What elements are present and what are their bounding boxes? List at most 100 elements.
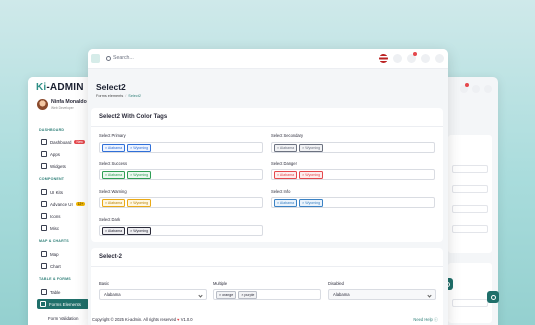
- cart-icon[interactable]: [407, 52, 417, 63]
- forms-icon: [40, 301, 46, 307]
- breadcrumb: Forms elements / Select2: [96, 94, 141, 98]
- back-input: [452, 205, 488, 213]
- select-success[interactable]: × Alabama × Wyoming: [99, 169, 263, 180]
- tag[interactable]: × purple: [238, 290, 258, 299]
- select-primary[interactable]: × Alabama × Wyoming: [99, 142, 263, 153]
- sidebar-item-forms-elements[interactable]: Forms Elements: [37, 299, 89, 309]
- avatar: [37, 99, 48, 110]
- multiple-select[interactable]: × orange × purple: [213, 289, 321, 300]
- select-info[interactable]: × Alabama × Wyoming: [271, 197, 435, 208]
- tag[interactable]: × Alabama: [274, 170, 298, 179]
- settings-icon[interactable]: [472, 85, 480, 93]
- widgets-icon: [41, 163, 47, 169]
- map-icon: [41, 251, 47, 257]
- tag[interactable]: × Wyoming: [127, 143, 152, 152]
- copyright-text: Copyright © 2025 Ki-admin. All rights re…: [92, 317, 177, 322]
- tag[interactable]: × Wyoming: [299, 198, 324, 207]
- select-secondary[interactable]: × Alabama × Wyoming: [271, 142, 435, 153]
- breadcrumb-parent[interactable]: Forms elements: [96, 94, 123, 98]
- section-dashboard: DASHBOARD: [39, 128, 65, 132]
- select-secondary-label: Select Secondary: [271, 133, 304, 138]
- apps-icon[interactable]: [393, 54, 402, 63]
- phone-icon[interactable]: [484, 85, 492, 93]
- misc-icon: [41, 225, 47, 231]
- sidebar: Ki-ADMIN Ninfa Monaldo Web Developer DAS…: [28, 77, 90, 325]
- tag[interactable]: × Wyoming: [127, 198, 152, 207]
- tag[interactable]: × Wyoming: [127, 170, 152, 179]
- basic-select[interactable]: Alabama: [99, 289, 207, 300]
- search-icon: [106, 55, 111, 61]
- tag[interactable]: × Alabama: [274, 198, 298, 207]
- sidebar-item-dashboard[interactable]: Dashboard New: [41, 139, 85, 145]
- sidebar-item-misc[interactable]: Misc: [41, 225, 59, 231]
- search-input[interactable]: Search...: [106, 55, 134, 61]
- select-info-label: Select Info: [271, 189, 291, 194]
- profile-name: Ninfa Monaldo: [51, 99, 87, 105]
- page-title: Select2: [96, 82, 126, 92]
- notification-dot: [465, 83, 469, 87]
- select-dark-label: Select Dark: [99, 217, 121, 222]
- select-warning[interactable]: × Alabama × Wyoming: [99, 197, 263, 208]
- color-tags-card: Select2 With Color Tags Select Primary ×…: [91, 108, 443, 242]
- heart-icon: ♥: [177, 317, 180, 322]
- sidebar-item-ui-kits[interactable]: UI Kits: [41, 189, 63, 195]
- sidebar-item-apps[interactable]: Apps: [41, 151, 60, 157]
- multiple-label: Multiple: [213, 281, 228, 286]
- phone-icon[interactable]: [435, 54, 444, 63]
- tag[interactable]: × Wyoming: [299, 170, 324, 179]
- select-success-label: Select Success: [99, 161, 127, 166]
- back-input: [452, 185, 488, 193]
- home-icon: [41, 139, 47, 145]
- advance-ui-icon: [41, 201, 47, 207]
- back-input: [452, 299, 488, 307]
- profile-role: Web Developer: [51, 106, 74, 110]
- select-warning-label: Select Warning: [99, 189, 127, 194]
- tag[interactable]: × Alabama: [274, 143, 298, 152]
- apps-icon: [41, 151, 47, 157]
- sidebar-item-icons[interactable]: Icons: [41, 213, 61, 219]
- tag[interactable]: × Wyoming: [127, 226, 152, 235]
- notification-dot: [413, 52, 417, 56]
- sidebar-item-advance-ui[interactable]: Advance UI 12+: [41, 201, 86, 207]
- sidebar-item-form-validation[interactable]: Form Validation: [48, 316, 78, 321]
- sidebar-item-map[interactable]: Map: [41, 251, 59, 257]
- tag[interactable]: × Alabama: [102, 170, 126, 179]
- back-input: [452, 225, 488, 233]
- cart-icon[interactable]: [460, 83, 469, 93]
- sidebar-item-widgets[interactable]: Widgets: [41, 163, 66, 169]
- tag[interactable]: × Alabama: [102, 226, 126, 235]
- version-text: V1.0.0: [180, 317, 193, 322]
- back-input: [452, 165, 488, 173]
- section-table-forms: TABLE & FORMS: [39, 277, 71, 281]
- ui-kits-icon: [41, 189, 47, 195]
- tag[interactable]: × Alabama: [102, 198, 126, 207]
- customizer-button[interactable]: [487, 291, 499, 303]
- user-profile[interactable]: Ninfa Monaldo Web Developer: [37, 99, 87, 110]
- new-badge: New: [74, 139, 85, 145]
- sidebar-item-table[interactable]: Table: [41, 289, 61, 295]
- gear-icon: [490, 294, 496, 300]
- main-window: Search... Select2 Forms elements / Select2…: [88, 49, 448, 325]
- footer: Copyright © 2025 Ki-admin. All rights re…: [92, 317, 444, 322]
- select-primary-label: Select Primary: [99, 133, 126, 138]
- menu-grid-icon[interactable]: [91, 54, 100, 63]
- section-map-charts: MAP & CHARTS: [39, 239, 69, 243]
- chart-icon: [41, 263, 47, 269]
- app-logo[interactable]: Ki-ADMIN: [36, 82, 84, 93]
- select-dark[interactable]: × Alabama × Wyoming: [99, 225, 263, 236]
- tag[interactable]: × orange: [216, 290, 237, 299]
- basic-label: Basic: [99, 281, 110, 286]
- table-icon: [41, 289, 47, 295]
- sidebar-item-chart[interactable]: Chart: [41, 263, 61, 269]
- chevron-down-icon: [427, 293, 432, 298]
- settings-icon[interactable]: [421, 54, 430, 63]
- language-flag-icon[interactable]: [379, 54, 388, 63]
- help-icon: ⓘ: [433, 317, 438, 322]
- back-content-card: [448, 135, 492, 253]
- need-help-link[interactable]: Need Help ⓘ: [413, 317, 438, 323]
- disabled-select: Alabama: [328, 289, 436, 300]
- card-title: Select2 With Color Tags: [99, 114, 168, 120]
- tag[interactable]: × Alabama: [102, 143, 126, 152]
- tag[interactable]: × Wyoming: [299, 143, 324, 152]
- select-danger[interactable]: × Alabama × Wyoming: [271, 169, 435, 180]
